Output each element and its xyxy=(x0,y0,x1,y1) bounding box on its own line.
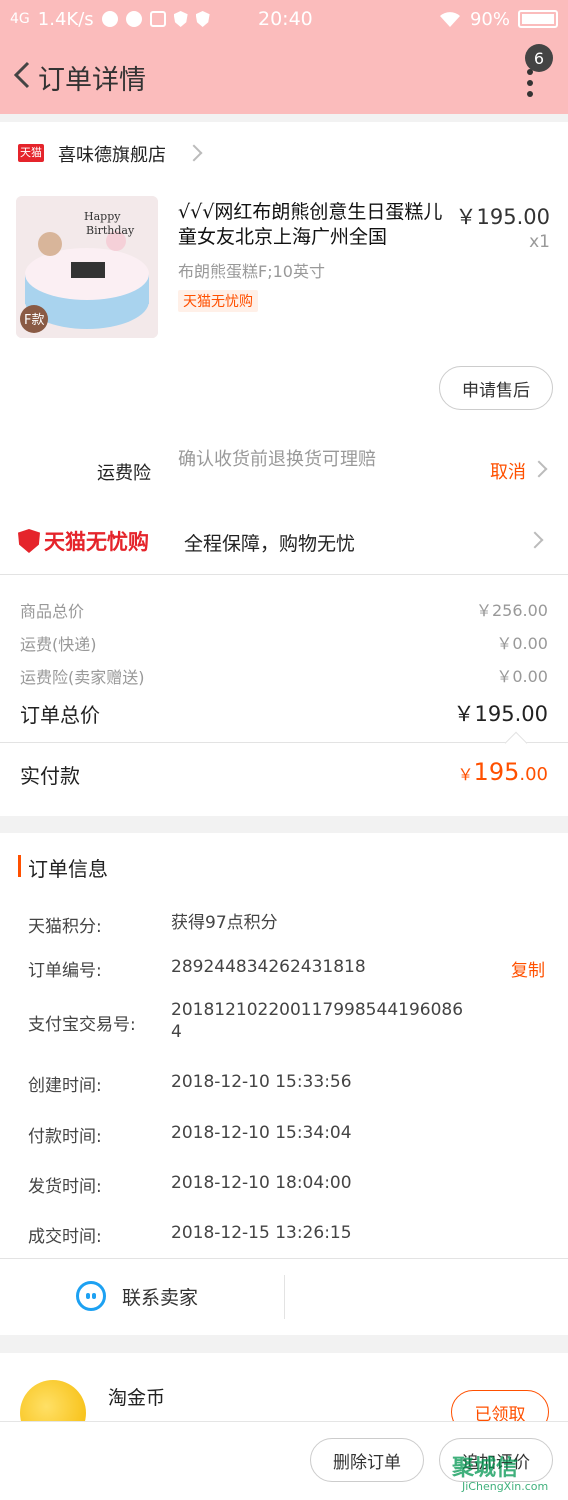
contact-seller-label: 联系卖家 xyxy=(122,1286,199,1309)
product-price: ￥195.00 xyxy=(455,205,550,229)
completed-time-label: 成交时间: xyxy=(28,1227,102,1247)
product-sku: 布朗熊蛋糕F;10英寸 xyxy=(178,262,325,281)
nav-bar: 订单详情 xyxy=(0,38,568,114)
tmall-shop-logo: 天猫 xyxy=(18,144,44,162)
paid-amount-label: 实付款 xyxy=(20,764,80,788)
shipping-value: ￥0.00 xyxy=(496,634,548,653)
shield-icon-2 xyxy=(195,11,210,27)
order-total-value: ￥195.00 xyxy=(453,702,548,726)
chat-bubble-icon xyxy=(76,1281,106,1311)
svg-text:Happy: Happy xyxy=(84,210,121,223)
completed-time-value: 2018-12-15 13:26:15 xyxy=(171,1223,352,1243)
points-value: 获得97点积分 xyxy=(171,913,278,933)
order-total-label: 订单总价 xyxy=(20,703,100,727)
tmall-guarantee-logo: 天猫无忧购 xyxy=(18,526,149,556)
svg-text:Birthday: Birthday xyxy=(86,224,135,237)
alipay-trade-label: 支付宝交易号: xyxy=(28,1015,136,1035)
battery-percent: 90% xyxy=(469,8,510,30)
contact-seller-button[interactable]: 联系卖家 xyxy=(76,1281,198,1311)
clock: 20:40 xyxy=(258,8,313,30)
paid-time-label: 付款时间: xyxy=(28,1127,102,1147)
page-title: 订单详情 xyxy=(38,65,146,96)
product-title[interactable]: √√√网红布朗熊创意生日蛋糕儿童女友北京上海广州全国 xyxy=(178,200,450,250)
product-quantity: x1 xyxy=(529,232,550,252)
shield-icon xyxy=(173,11,188,27)
notification-badge: 6 xyxy=(525,44,553,72)
divider xyxy=(0,1258,568,1259)
watermark-text: 聚城信 xyxy=(452,1456,519,1481)
app-icon xyxy=(149,11,166,27)
copy-order-number-button[interactable]: 复制 xyxy=(511,956,545,981)
after-sale-button[interactable]: 申请售后 xyxy=(439,366,553,410)
network-indicator: 4G xyxy=(10,11,30,27)
divider xyxy=(0,574,568,575)
shipping-label: 运费(快递) xyxy=(20,635,97,654)
status-bar: 4G 1.4K/s 20:40 90% xyxy=(0,0,568,38)
points-label: 天猫积分: xyxy=(28,917,102,937)
product-tag: 天猫无忧购 xyxy=(178,290,258,312)
paid-amount-value: ￥195.00 xyxy=(457,758,548,786)
divider xyxy=(0,742,568,743)
created-time-value: 2018-12-10 15:33:56 xyxy=(171,1072,352,1092)
coins-label: 淘金币 xyxy=(108,1387,166,1409)
shop-name[interactable]: 喜味德旗舰店 xyxy=(58,141,166,167)
created-time-label: 创建时间: xyxy=(28,1076,102,1096)
insurance-fee-label: 运费险(卖家赠送) xyxy=(20,668,145,687)
insurance-fee-value: ￥0.00 xyxy=(496,667,548,686)
shipping-insurance-label: 运费险 xyxy=(97,463,151,484)
product-image-label: F款 xyxy=(24,313,45,328)
tmall-guarantee-desc: 全程保障，购物无忧 xyxy=(184,533,356,555)
wifi-icon xyxy=(439,12,460,27)
product-image[interactable]: Happy Birthday F款 xyxy=(16,196,158,338)
battery-icon xyxy=(518,10,558,28)
subtotal-label: 商品总价 xyxy=(20,602,85,621)
section-accent-bar xyxy=(18,855,21,877)
shipped-time-label: 发货时间: xyxy=(28,1177,102,1197)
order-number-value: 289244834262431818 xyxy=(171,957,366,977)
back-arrow-icon[interactable] xyxy=(8,60,38,90)
network-speed: 1.4K/s xyxy=(37,8,94,30)
paid-time-value: 2018-12-10 15:34:04 xyxy=(171,1123,352,1143)
video-icon xyxy=(125,11,142,27)
vertical-divider xyxy=(284,1275,285,1319)
shipping-insurance-desc: 确认收货前退换货可理赔 xyxy=(178,449,376,470)
subtotal-value: ￥256.00 xyxy=(476,601,548,620)
shipping-insurance-cancel[interactable]: 取消 xyxy=(490,458,526,484)
order-info-title: 订单信息 xyxy=(28,857,108,881)
delete-order-button[interactable]: 删除订单 xyxy=(310,1438,424,1482)
alipay-trade-value: 2018121022001179985441960864 xyxy=(171,1000,464,1042)
shipped-time-value: 2018-12-10 18:04:00 xyxy=(171,1173,352,1193)
watermark-url: JiChengXin.com xyxy=(462,1480,549,1493)
tmall-shield-icon xyxy=(18,529,40,553)
chat-icon xyxy=(101,11,118,27)
order-number-label: 订单编号: xyxy=(28,961,102,981)
